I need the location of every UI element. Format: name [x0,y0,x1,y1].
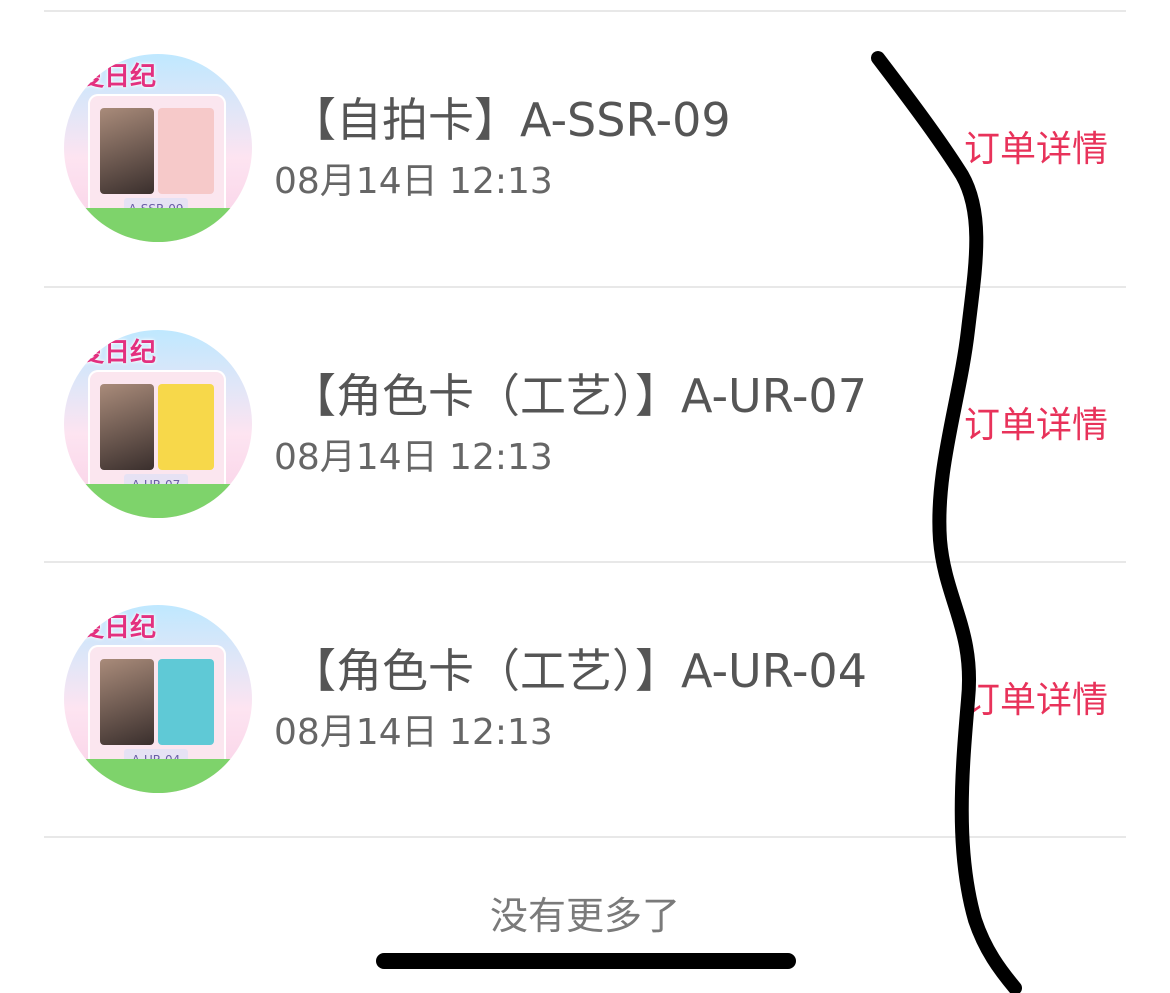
thumbnail-grass [64,759,252,793]
order-title: 【角色卡（工艺）】A-UR-07 [290,369,867,423]
thumbnail-card-back [158,384,214,470]
order-thumbnail: 夏日纪 A-SSR-09 [64,54,252,242]
thumbnail-logo: 夏日纪 [78,613,157,643]
order-row-2[interactable]: 夏日纪 A-UR-07 【角色卡（工艺）】A-UR-07 08月14日 12:1… [0,288,1170,562]
thumbnail-photo [100,108,154,194]
no-more-label: 没有更多了 [489,894,680,938]
thumbnail-photo [100,384,154,470]
order-row-1[interactable]: 夏日纪 A-SSR-09 【自拍卡】A-SSR-09 08月14日 12:13 … [0,12,1170,286]
order-detail-link[interactable]: 订单详情 [964,128,1108,172]
row-divider [44,836,1126,838]
order-thumbnail: 夏日纪 A-UR-07 [64,330,252,518]
thumbnail-logo: 夏日纪 [78,62,157,92]
thumbnail-card-back [158,659,214,745]
thumbnail-grass [64,484,252,518]
order-time: 08月14日 12:13 [274,712,553,753]
thumbnail-logo: 夏日纪 [78,338,157,368]
thumbnail-card-back [158,108,214,194]
order-row-3[interactable]: 夏日纪 A-UR-04 【角色卡（工艺）】A-UR-04 08月14日 12:1… [0,563,1170,837]
order-detail-link[interactable]: 订单详情 [964,679,1108,723]
order-time: 08月14日 12:13 [274,161,553,202]
order-time: 08月14日 12:13 [274,437,553,478]
thumbnail-grass [64,208,252,242]
thumbnail-photo [100,659,154,745]
order-title: 【自拍卡】A-SSR-09 [290,93,731,147]
order-thumbnail: 夏日纪 A-UR-04 [64,605,252,793]
order-detail-link[interactable]: 订单详情 [964,404,1108,448]
order-title: 【角色卡（工艺）】A-UR-04 [290,644,867,698]
